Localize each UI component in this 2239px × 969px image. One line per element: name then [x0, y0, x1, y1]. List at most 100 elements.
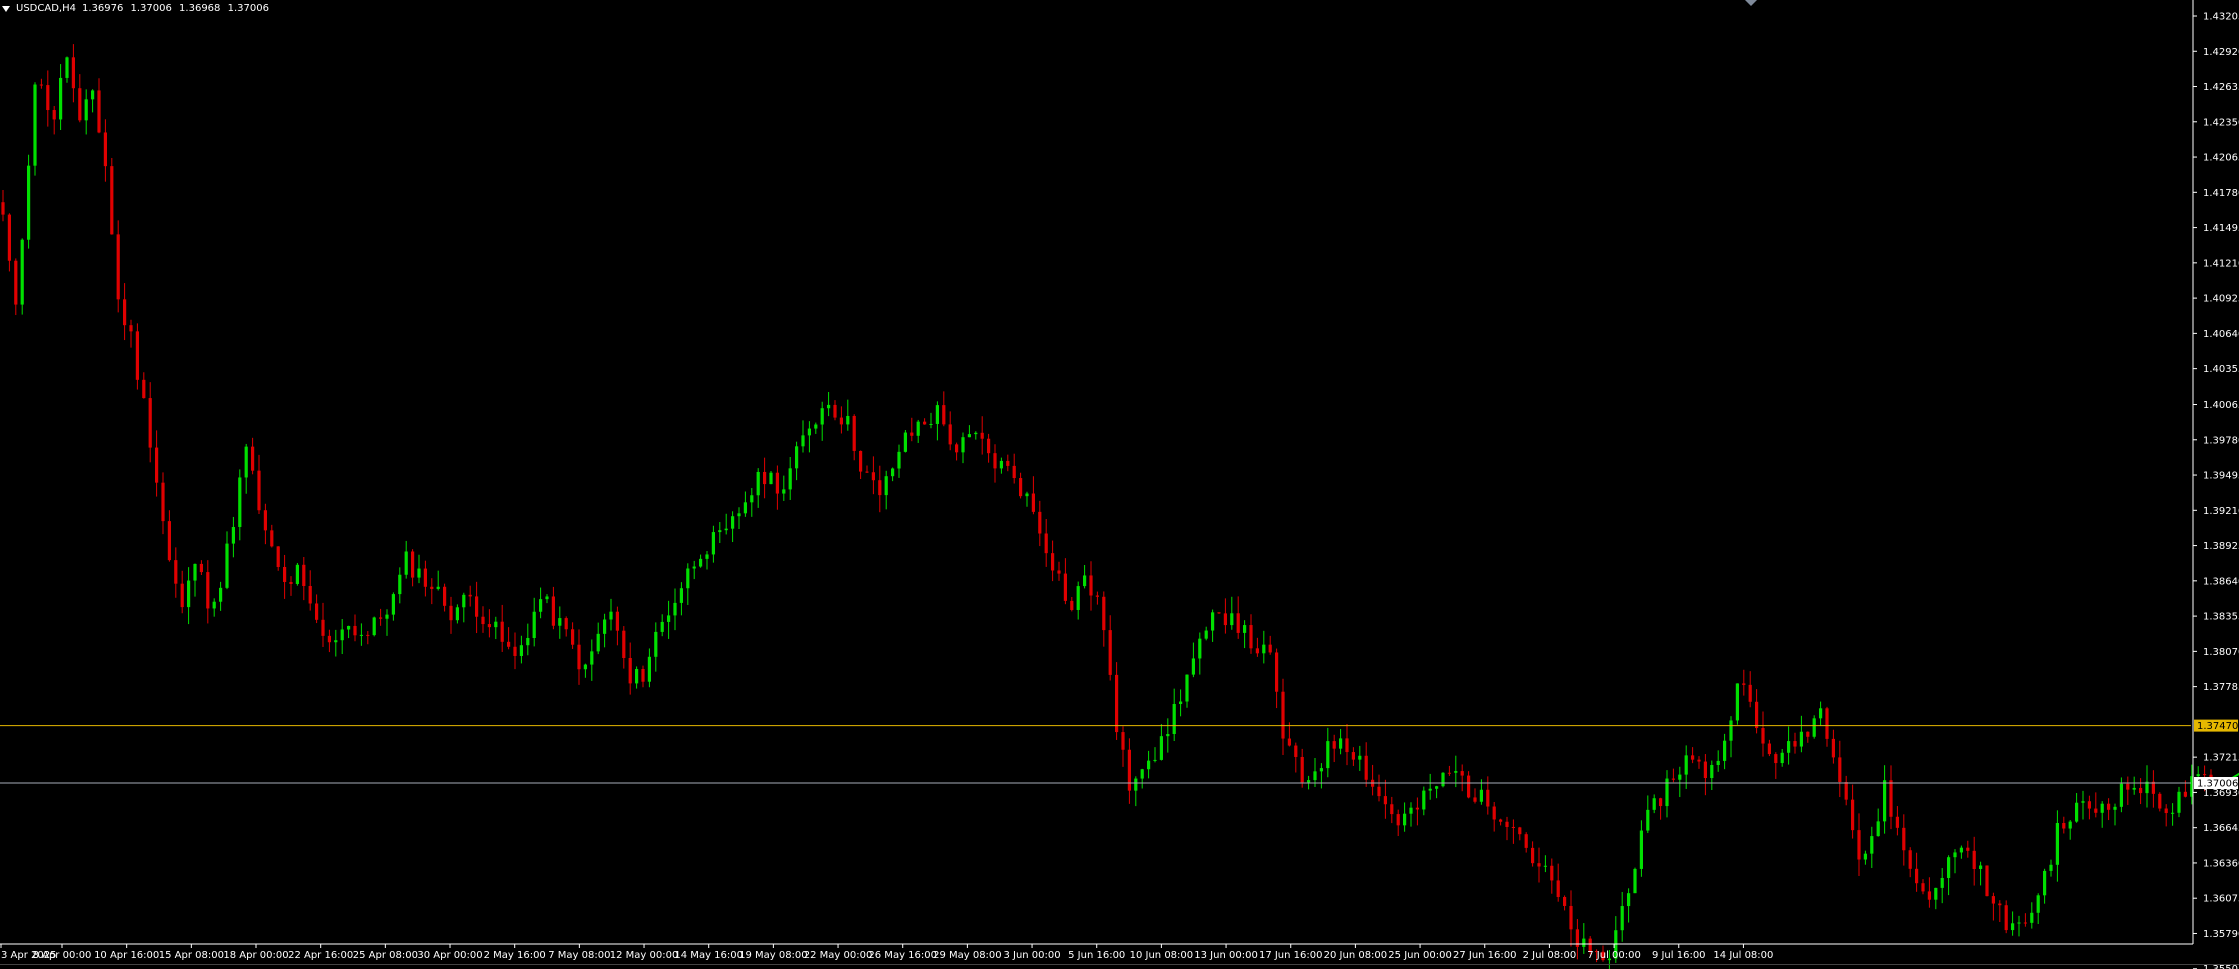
time-tick-label: 2 Jul 08:00 [1523, 950, 1577, 961]
candle-body [1851, 799, 1855, 831]
candle-body [916, 421, 920, 436]
candle-body [1006, 460, 1010, 466]
candle-body [487, 624, 491, 628]
candle-body [1883, 780, 1887, 822]
candle-body [1966, 847, 1970, 851]
candle-body [225, 543, 229, 588]
candle-body [507, 641, 511, 647]
candle-body [1979, 865, 1983, 869]
candle-body [212, 601, 216, 609]
candle-body [411, 551, 415, 578]
candle-body [289, 581, 293, 584]
candle-body [1838, 757, 1842, 783]
time-tick-label: 7 May 08:00 [548, 950, 610, 961]
candle-body [116, 234, 120, 300]
time-tick-label: 10 Jun 08:00 [1130, 950, 1194, 961]
candle-body [1844, 782, 1848, 800]
candle-body [2151, 781, 2155, 794]
candle-body [359, 634, 363, 636]
candle-body [1198, 638, 1202, 659]
candle-body [1230, 613, 1234, 626]
candle-body [103, 132, 107, 167]
candle-body [65, 57, 69, 78]
ohlc-high: 1.37006 [130, 3, 172, 14]
candle-body [2203, 774, 2207, 776]
price-tick-label: 1.38070 [2203, 647, 2239, 658]
candle-body [1332, 741, 1336, 749]
candle-body [1204, 630, 1208, 639]
candle-body [641, 669, 645, 682]
candle-body [1070, 600, 1074, 610]
candle-body [692, 566, 696, 569]
candle-body [2068, 821, 2072, 829]
candle-body [1134, 778, 1138, 791]
candle-body [846, 415, 850, 425]
price-tick-label: 1.37215 [2203, 753, 2239, 764]
candle-body [903, 432, 907, 452]
candle-body [622, 630, 626, 658]
time-tick-label: 15 Apr 08:00 [159, 950, 224, 961]
candle-body [1, 202, 5, 215]
candle-body [1447, 772, 1451, 774]
candle-body [935, 405, 939, 424]
chart-shift-marker-icon[interactable] [1745, 0, 1757, 6]
candle-body [52, 110, 56, 120]
price-chart[interactable]: 1.43205 1.42920 1.42635 1.42350 1.42065 1.417… [0, 0, 2239, 969]
price-tick-label: 1.39495 [2203, 471, 2239, 482]
chart-menu-icon[interactable] [2, 5, 10, 12]
candle-body [2087, 801, 2091, 809]
candle-body [1172, 704, 1176, 735]
candle-body [1915, 868, 1919, 884]
candle-body [788, 468, 792, 490]
candle-body [2081, 801, 2085, 803]
candle-body [1998, 903, 2002, 906]
price-tick-label: 1.38355 [2203, 612, 2239, 623]
candle-body [1639, 830, 1643, 869]
candle-body [2011, 923, 2015, 931]
candle-body [251, 446, 255, 471]
time-tick-label: 14 Jul 08:00 [1713, 950, 1773, 961]
candle-body [795, 446, 799, 469]
candle-body [238, 477, 242, 527]
candle-body [2075, 802, 2079, 822]
candle-body [782, 489, 786, 494]
candle-body [852, 415, 856, 451]
candle-body [2030, 912, 2034, 923]
candle-body [1127, 749, 1131, 791]
candle-body [1761, 728, 1765, 744]
candle-body [1492, 806, 1496, 820]
candle-body [193, 563, 197, 581]
chart-window[interactable]: 1.43205 1.42920 1.42635 1.42350 1.42065 1.417… [0, 0, 2239, 969]
candle-body [148, 398, 152, 448]
candle-body [859, 450, 863, 472]
candle-body [1454, 771, 1458, 773]
candle-body [814, 424, 818, 429]
candle-body [609, 611, 613, 620]
candle-body [839, 417, 843, 425]
candle-body [1857, 830, 1861, 860]
time-tick-label: 27 Jun 16:00 [1453, 950, 1517, 961]
time-tick-label: 25 Jun 00:00 [1388, 950, 1452, 961]
candle-body [1307, 780, 1311, 783]
candle-body [1985, 865, 1989, 897]
candle-body [987, 438, 991, 454]
candle-body [577, 644, 581, 670]
candle-body [635, 669, 639, 684]
candle-body [1345, 738, 1349, 753]
candle-body [2049, 864, 2053, 871]
candle-body [1057, 570, 1061, 574]
price-tick-label: 1.42920 [2203, 47, 2239, 58]
candle-body [1889, 780, 1893, 817]
candle-body [1339, 738, 1343, 749]
candle-body [724, 528, 728, 531]
candle-body [1390, 804, 1394, 815]
candle-body [967, 434, 971, 438]
candle-body [647, 656, 651, 682]
candle-body [999, 460, 1003, 469]
price-tick-label: 1.43205 [2203, 12, 2239, 23]
candle-body [2017, 922, 2021, 924]
candle-body [1083, 575, 1087, 587]
candle-body [20, 239, 24, 305]
candle-body [1294, 745, 1298, 757]
candle-body [801, 435, 805, 447]
